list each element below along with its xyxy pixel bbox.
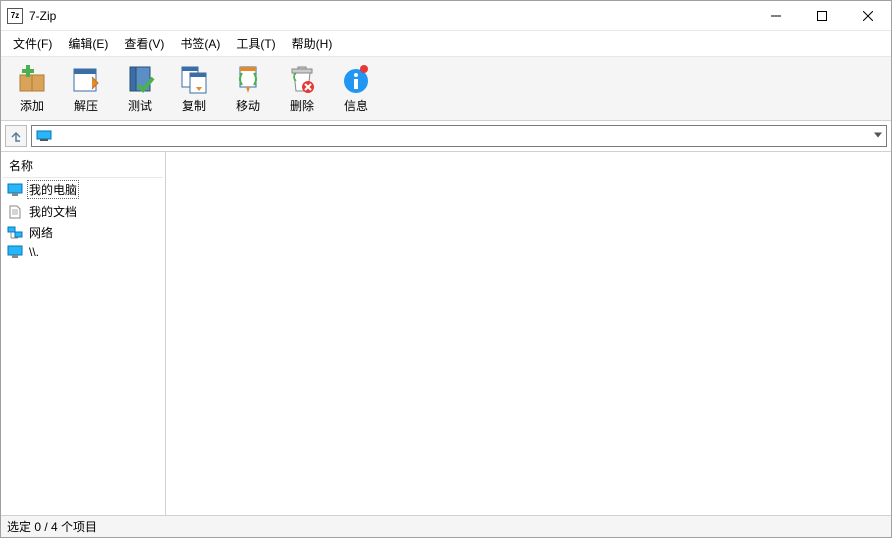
menu-tools[interactable]: 工具(T)	[228, 33, 283, 54]
menubar: 文件(F) 编辑(E) 查看(V) 书签(A) 工具(T) 帮助(H)	[1, 31, 891, 57]
copy-label: 复制	[182, 97, 206, 114]
close-button[interactable]	[845, 1, 891, 30]
tree-item-computer[interactable]: 我的电脑	[3, 178, 163, 201]
extract-label: 解压	[74, 97, 98, 114]
extract-button[interactable]: 解压	[59, 59, 113, 118]
add-button[interactable]: 添加	[5, 59, 59, 118]
tree-item-documents[interactable]: 我的文档	[3, 201, 163, 222]
move-button[interactable]: 移动	[221, 59, 275, 118]
info-label: 信息	[344, 97, 368, 114]
right-pane[interactable]	[166, 152, 891, 515]
tree-label-computer: 我的电脑	[27, 180, 79, 199]
test-button[interactable]: 测试	[113, 59, 167, 118]
add-label: 添加	[20, 97, 44, 114]
document-icon	[7, 205, 23, 219]
tree-label-root: \\.	[27, 245, 41, 259]
menu-edit[interactable]: 编辑(E)	[60, 33, 116, 54]
monitor-icon	[7, 245, 23, 259]
tree-label-network: 网络	[27, 224, 55, 241]
content-area: 名称 我的电脑 我的文档	[1, 152, 891, 515]
delete-button[interactable]: 删除	[275, 59, 329, 118]
minimize-button[interactable]	[753, 1, 799, 30]
window-controls	[753, 1, 891, 30]
delete-label: 删除	[290, 97, 314, 114]
left-pane: 名称 我的电脑 我的文档	[1, 152, 166, 515]
titlebar: 7z 7-Zip	[1, 1, 891, 31]
maximize-button[interactable]	[799, 1, 845, 30]
window-title: 7-Zip	[29, 9, 56, 23]
delete-icon	[286, 63, 318, 95]
tree-label-documents: 我的文档	[27, 203, 79, 220]
copy-icon	[178, 63, 210, 95]
status-text: 选定 0 / 4 个项目	[7, 518, 97, 535]
computer-small-icon	[36, 131, 52, 141]
address-dropdown-icon[interactable]	[874, 131, 882, 142]
move-label: 移动	[236, 97, 260, 114]
monitor-icon	[7, 183, 23, 197]
menu-view[interactable]: 查看(V)	[116, 33, 172, 54]
menu-file[interactable]: 文件(F)	[5, 33, 60, 54]
add-icon	[16, 63, 48, 95]
test-label: 测试	[128, 97, 152, 114]
move-icon	[232, 63, 264, 95]
tree-item-network[interactable]: 网络	[3, 222, 163, 243]
menu-favorites[interactable]: 书签(A)	[172, 33, 228, 54]
info-button[interactable]: 信息	[329, 59, 383, 118]
tree-item-root[interactable]: \\.	[3, 243, 163, 261]
network-icon	[7, 226, 23, 240]
address-input[interactable]	[31, 125, 887, 147]
column-header-name[interactable]: 名称	[3, 154, 163, 178]
menu-help[interactable]: 帮助(H)	[284, 33, 341, 54]
extract-icon	[70, 63, 102, 95]
test-icon	[124, 63, 156, 95]
copy-button[interactable]: 复制	[167, 59, 221, 118]
app-icon: 7z	[7, 8, 23, 24]
toolbar: 添加 解压 测试	[1, 57, 891, 121]
up-arrow-icon	[9, 129, 23, 143]
info-icon	[340, 63, 372, 95]
up-button[interactable]	[5, 125, 27, 147]
statusbar: 选定 0 / 4 个项目	[1, 515, 891, 537]
addressbar-row	[1, 121, 891, 152]
